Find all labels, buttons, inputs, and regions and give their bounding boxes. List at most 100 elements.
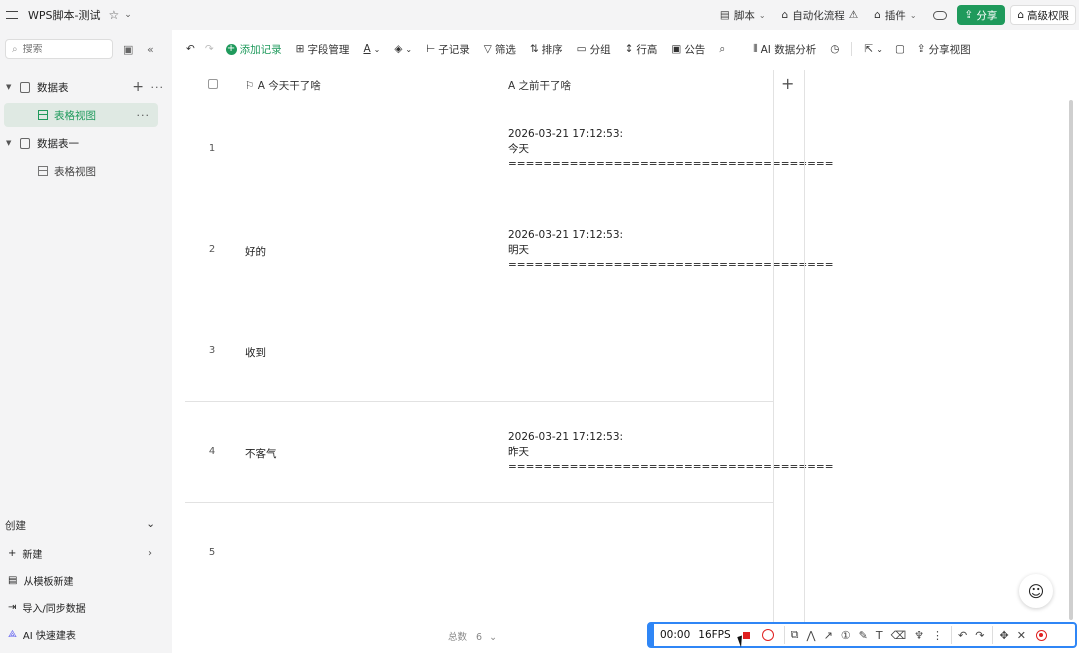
ai-create-item[interactable]: ⟁ AI 快速建表: [8, 627, 156, 642]
pen-tool-icon[interactable]: ✎: [859, 629, 868, 642]
table-row[interactable]: 4 不客气 2026-03-21 17:12:53: 昨天 ==========…: [185, 402, 834, 503]
search-box[interactable]: ⌕: [5, 39, 113, 59]
more-tools-icon[interactable]: ⋮: [932, 629, 943, 642]
table-cell[interactable]: 2026-03-21 17:12:53: 今天 ================…: [508, 127, 834, 172]
text-tool-icon[interactable]: T: [876, 629, 883, 642]
table-row[interactable]: 2 好的 2026-03-21 17:12:53: 明天 ===========…: [185, 200, 834, 301]
column-header-label: 今天干了啥: [268, 80, 321, 92]
import-icon: ⇥: [8, 602, 17, 613]
notice-button[interactable]: ▣ 公告: [671, 42, 705, 57]
close-icon[interactable]: ✕: [1017, 629, 1026, 642]
eraser-tool-icon[interactable]: ⌫: [891, 629, 907, 642]
share-button[interactable]: ⇪ 分享: [956, 5, 1006, 25]
number-tool-icon[interactable]: ①: [841, 629, 851, 642]
add-column-icon[interactable]: +: [781, 74, 794, 93]
pause-recording-icon[interactable]: [761, 629, 774, 641]
robot-icon: ⌂: [781, 9, 789, 21]
tree-item-view[interactable]: 表格视图: [0, 159, 172, 183]
undo-icon[interactable]: ↶: [186, 43, 195, 55]
import-sync-item[interactable]: ⇥ 导入/同步数据: [8, 600, 156, 615]
select-all-checkbox[interactable]: [208, 79, 218, 89]
table-cell[interactable]: 好的: [245, 244, 266, 259]
chevron-down-icon: ⌄: [146, 518, 155, 530]
field-manage-button[interactable]: ⊞ 字段管理: [296, 42, 350, 57]
add-record-button[interactable]: + 添加记录: [225, 42, 282, 57]
stop-recording-icon[interactable]: [742, 631, 750, 639]
table-cell[interactable]: 收到: [245, 345, 266, 360]
history-button[interactable]: ◷: [830, 43, 839, 55]
text-color-button[interactable]: A ⌄: [363, 43, 380, 55]
highlight-tool-icon[interactable]: ♆: [914, 629, 924, 642]
field-manage-label: 字段管理: [307, 43, 350, 56]
advanced-permission-button[interactable]: ⌂ 高级权限: [1010, 5, 1076, 25]
table-row[interactable]: 1 2026-03-21 17:12:53: 今天 ==============…: [185, 99, 834, 200]
folder-icon: ▭: [576, 43, 587, 55]
tree-item-table[interactable]: ▼ 数据表一: [0, 131, 172, 155]
sub-record-button[interactable]: ⊢ 子记录: [426, 42, 470, 57]
search-input[interactable]: [22, 43, 93, 55]
script-menu[interactable]: ▤ 脚本 ⌄: [720, 8, 766, 23]
undo-icon[interactable]: ↶: [958, 629, 967, 642]
title-bar: WPS脚本-测试 ☆ ⌄ ▤ 脚本 ⌄ ⌂ 自动化流程 ⚠ ⌂ 插件 ⌄ ⇪ 分…: [0, 0, 1079, 30]
plugin-menu[interactable]: ⌂ 插件 ⌄: [874, 8, 916, 23]
arrow-tool-icon[interactable]: ↗: [824, 629, 833, 642]
create-item-label: 导入/同步数据: [22, 604, 86, 615]
total-label: 总数: [448, 632, 468, 643]
expand-arrow-icon[interactable]: ▼: [6, 139, 16, 147]
create-title: 创建: [5, 520, 26, 532]
toolbar-divider: [851, 42, 853, 56]
drag-handle[interactable]: [648, 624, 654, 646]
collapse-sidebar-icon[interactable]: «: [147, 43, 154, 56]
record-count[interactable]: 总数 6 ⌄: [448, 629, 497, 643]
create-section-header[interactable]: 创建 ⌄: [5, 518, 155, 533]
column-header[interactable]: ⚐ A 今天干了啥: [245, 78, 321, 93]
sort-button[interactable]: ⇅ 排序: [530, 42, 563, 57]
search-button[interactable]: ⌕: [719, 43, 725, 56]
fill-color-button[interactable]: ◈ ⌄: [394, 43, 412, 55]
group-button[interactable]: ▭ 分组: [577, 42, 611, 57]
save-icon[interactable]: ▣: [123, 43, 133, 56]
export-button[interactable]: ⇱ ⌄: [864, 43, 883, 55]
add-icon[interactable]: +: [132, 79, 144, 95]
star-icon[interactable]: ☆: [108, 8, 119, 22]
column-header[interactable]: A 之前干了啥: [508, 78, 571, 93]
create-new-item[interactable]: + 新建 ›: [8, 546, 156, 561]
table-cell[interactable]: 2026-03-21 17:12:53: 明天 ================…: [508, 228, 834, 273]
recorder-divider: [951, 626, 953, 644]
table-row[interactable]: 3 收到: [185, 301, 774, 402]
clipboard-button[interactable]: ▢: [895, 43, 905, 55]
share-view-button[interactable]: ⇪ 分享视图: [917, 42, 971, 57]
tree-item-table[interactable]: ▼ 数据表 + ···: [0, 75, 172, 99]
cloud-icon[interactable]: [932, 10, 947, 20]
ai-analysis-button[interactable]: ⫴ AI 数据分析: [753, 42, 816, 57]
sub-record-label: 子记录: [438, 43, 470, 56]
table-cell[interactable]: 不客气: [245, 446, 277, 461]
shape-tool-icon[interactable]: ⧉: [791, 628, 799, 642]
plus-icon: +: [8, 548, 17, 559]
expand-arrow-icon[interactable]: ▼: [6, 83, 16, 91]
chevron-down-icon[interactable]: ⌄: [124, 10, 132, 20]
document-title[interactable]: WPS脚本-测试: [28, 7, 100, 23]
automation-menu[interactable]: ⌂ 自动化流程 ⚠: [782, 8, 859, 23]
move-icon[interactable]: ✥: [999, 629, 1008, 642]
create-from-template-item[interactable]: ▤ 从模板新建: [8, 573, 156, 588]
tree-item-view-active[interactable]: 表格视图 ···: [4, 103, 158, 127]
filter-button[interactable]: ▽ 筛选: [484, 42, 516, 57]
vertical-scrollbar[interactable]: [1069, 100, 1073, 620]
chevron-down-icon: ⌄: [405, 44, 413, 54]
table-cell[interactable]: 2026-03-21 17:12:53: 昨天 ================…: [508, 430, 834, 475]
menu-icon[interactable]: [6, 11, 18, 19]
redo-icon[interactable]: ↷: [205, 43, 214, 55]
add-circle-icon: +: [225, 42, 237, 55]
line-tool-icon[interactable]: ⋀: [807, 629, 816, 642]
redo-icon[interactable]: ↷: [975, 629, 984, 642]
more-icon[interactable]: ···: [151, 81, 165, 94]
record-indicator-icon[interactable]: [1035, 629, 1047, 641]
search-icon: ⌕: [12, 43, 18, 55]
row-height-button[interactable]: ↕ 行高: [625, 42, 658, 57]
lock-icon: ⌂: [1017, 9, 1024, 21]
clipboard-icon: ▢: [894, 43, 905, 55]
table-row[interactable]: 5: [185, 503, 774, 604]
more-icon[interactable]: ···: [137, 109, 151, 122]
assistant-avatar-icon[interactable]: ☺: [1019, 574, 1053, 608]
